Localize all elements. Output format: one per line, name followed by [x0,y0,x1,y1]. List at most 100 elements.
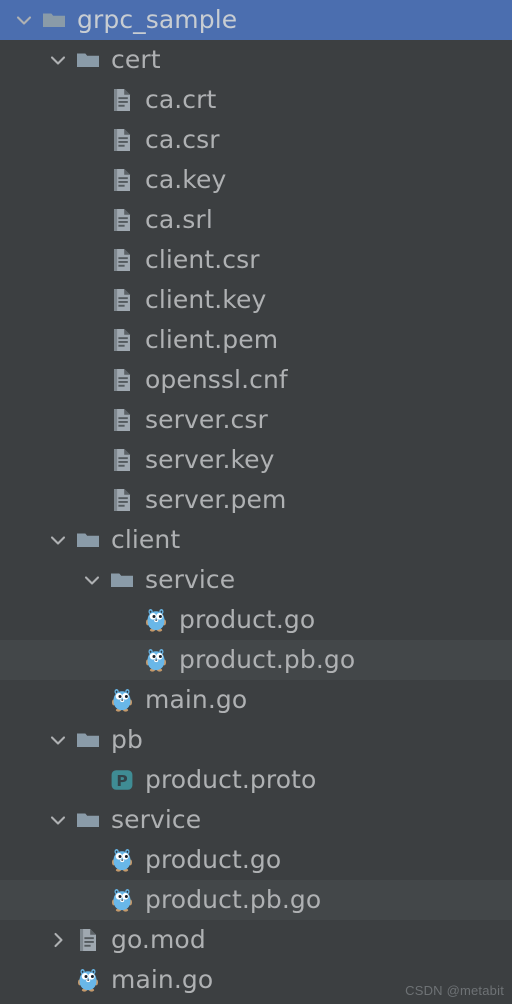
chevron-down-icon[interactable] [43,720,73,760]
tree-indent-spacer [0,100,77,101]
tree-indent-spacer [0,940,43,941]
tree-twisty-placeholder [77,320,107,360]
go-file-icon [107,880,137,920]
file-icon [107,280,137,320]
tree-indent-spacer [0,820,43,821]
tree-row[interactable]: server.csr [0,400,512,440]
tree-row-label: grpc_sample [77,5,238,34]
tree-row-label: client [111,525,181,554]
tree-indent-spacer [0,60,43,61]
file-icon [107,440,137,480]
tree-row[interactable]: service [0,800,512,840]
tree-indent-spacer [0,380,77,381]
svg-text:P: P [116,772,127,790]
tree-twisty-placeholder [77,440,107,480]
watermark: CSDN @metabit [405,983,504,998]
folder-icon [73,720,103,760]
go-file-icon [107,680,137,720]
file-icon [107,200,137,240]
tree-row[interactable]: Pproduct.proto [0,760,512,800]
folder-icon [39,0,69,40]
tree-row[interactable]: product.go [0,600,512,640]
project-file-tree[interactable]: grpc_samplecert ca.crt ca.csr ca.key ca.srl c… [0,0,512,1004]
tree-twisty-placeholder [111,640,141,680]
tree-indent-spacer [0,900,77,901]
tree-row-label: openssl.cnf [145,365,288,394]
tree-row-label: client.pem [145,325,279,354]
tree-indent-spacer [0,540,43,541]
tree-indent-spacer [0,980,43,981]
tree-indent-spacer [0,620,111,621]
chevron-down-icon[interactable] [43,520,73,560]
tree-row-label: go.mod [111,925,206,954]
folder-icon [73,40,103,80]
chevron-down-icon[interactable] [77,560,107,600]
tree-row[interactable]: ca.key [0,160,512,200]
tree-indent-spacer [0,780,77,781]
tree-row[interactable]: pb [0,720,512,760]
tree-indent-spacer [0,740,43,741]
chevron-down-icon[interactable] [9,0,39,40]
tree-twisty-placeholder [77,680,107,720]
tree-row-label: server.csr [145,405,268,434]
tree-row[interactable]: main.go [0,680,512,720]
file-icon [107,120,137,160]
tree-row-label: pb [111,725,143,754]
file-icon [107,480,137,520]
tree-row[interactable]: openssl.cnf [0,360,512,400]
tree-twisty-placeholder [77,80,107,120]
tree-row[interactable]: product.pb.go [0,640,512,680]
tree-row-label: cert [111,45,161,74]
tree-twisty-placeholder [77,880,107,920]
tree-row[interactable]: ca.crt [0,80,512,120]
tree-twisty-placeholder [77,240,107,280]
tree-twisty-placeholder [77,280,107,320]
file-icon [107,320,137,360]
tree-row[interactable]: server.key [0,440,512,480]
tree-row-label: main.go [145,685,248,714]
tree-row[interactable]: product.go [0,840,512,880]
tree-indent-spacer [0,220,77,221]
chevron-right-icon[interactable] [43,920,73,960]
file-icon [73,920,103,960]
go-file-icon [107,840,137,880]
tree-row[interactable]: cert [0,40,512,80]
folder-icon [107,560,137,600]
chevron-down-icon[interactable] [43,40,73,80]
tree-twisty-placeholder [77,400,107,440]
tree-row[interactable]: service [0,560,512,600]
go-file-icon [73,960,103,1000]
tree-row-label: product.proto [145,765,317,794]
tree-row-label: ca.crt [145,85,217,114]
file-icon [107,160,137,200]
tree-row-label: ca.srl [145,205,213,234]
tree-row-label: ca.csr [145,125,220,154]
tree-row[interactable]: client [0,520,512,560]
folder-icon [73,520,103,560]
tree-row[interactable]: product.pb.go [0,880,512,920]
tree-indent-spacer [0,500,77,501]
tree-row[interactable]: ca.srl [0,200,512,240]
tree-indent-spacer [0,300,77,301]
tree-row[interactable]: ca.csr [0,120,512,160]
go-file-icon [141,640,171,680]
tree-twisty-placeholder [77,840,107,880]
tree-row[interactable]: client.key [0,280,512,320]
tree-row[interactable]: client.pem [0,320,512,360]
tree-row[interactable]: grpc_sample [0,0,512,40]
file-icon [107,360,137,400]
tree-twisty-placeholder [77,760,107,800]
file-icon [107,240,137,280]
tree-row[interactable]: go.mod [0,920,512,960]
tree-row[interactable]: client.csr [0,240,512,280]
chevron-down-icon[interactable] [43,800,73,840]
tree-indent-spacer [0,580,77,581]
tree-twisty-placeholder [77,480,107,520]
tree-row-label: service [145,565,236,594]
file-icon [107,80,137,120]
tree-row[interactable]: server.pem [0,480,512,520]
tree-row-label: service [111,805,202,834]
tree-indent-spacer [0,460,77,461]
tree-row-label: client.key [145,285,267,314]
folder-icon [73,800,103,840]
